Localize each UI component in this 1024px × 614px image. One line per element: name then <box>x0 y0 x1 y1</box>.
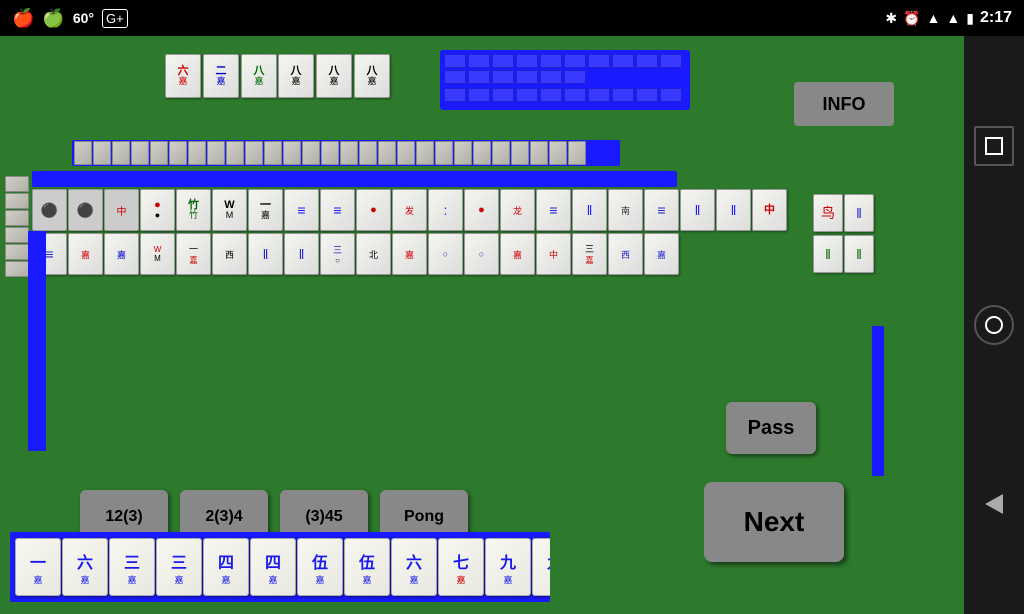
pass-button[interactable]: Pass <box>726 402 816 454</box>
hand-tile-6[interactable]: 四 嘉 <box>250 538 296 596</box>
hand-tile-10[interactable]: 七 嘉 <box>438 538 484 596</box>
hand-tile-3[interactable]: 三 嘉 <box>109 538 155 596</box>
signal-icon: ▲ <box>946 10 960 26</box>
time-display: 2:17 <box>980 9 1012 27</box>
opponent-tiles-top <box>440 50 690 110</box>
wall-top <box>72 140 620 166</box>
top-left-tiles: 六 嘉 二 嘉 八 嘉 <box>165 54 277 98</box>
main-tiles: ⚫ ⚫ 中 ●● 竹竹 WM 一嘉 ≡ ≡ ● 发 : ● 龙 ≡ ‖ 南 ≡ … <box>32 171 787 277</box>
game-area: 六 嘉 二 嘉 八 嘉 八 嘉 八 嘉 八 嘉 <box>0 36 964 614</box>
right-panel <box>964 36 1024 614</box>
hand-tile-1[interactable]: 一 嘉 <box>15 538 61 596</box>
hand-tile-4[interactable]: 三 嘉 <box>156 538 202 596</box>
square-icon <box>985 137 1003 155</box>
player-hand: 一 嘉 六 嘉 三 嘉 三 嘉 四 嘉 四 嘉 伍 嘉 伍 嘉 <box>10 532 550 602</box>
apple-icon-2: 🍏 <box>42 8 64 29</box>
battery-icon: ▮ <box>966 10 974 27</box>
hand-tile-2[interactable]: 六 嘉 <box>62 538 108 596</box>
top-mid-tiles: 八 嘉 八 嘉 八 嘉 <box>278 54 390 98</box>
temperature-label: 60° <box>73 10 94 26</box>
gplus-icon: G+ <box>102 9 128 28</box>
wifi-icon: ▲ <box>927 10 941 26</box>
status-bar: 🍎 🍏 60° G+ ✱ ⏰ ▲ ▲ ▮ 2:17 <box>0 0 1024 36</box>
left-side-wall <box>28 231 46 451</box>
next-button[interactable]: Next <box>704 482 844 562</box>
left-wall-tiles <box>5 176 29 277</box>
circle-icon <box>985 316 1003 334</box>
hand-tile-7[interactable]: 伍 嘉 <box>297 538 343 596</box>
circle-nav-button[interactable] <box>974 305 1014 345</box>
info-button[interactable]: INFO <box>794 82 894 126</box>
apple-icon-1: 🍎 <box>12 8 34 29</box>
hand-tile-11[interactable]: 九 嘉 <box>485 538 531 596</box>
back-nav-button[interactable] <box>974 484 1014 524</box>
hand-tile-12[interactable]: 九 嘉 <box>532 538 550 596</box>
hand-tile-8[interactable]: 伍 嘉 <box>344 538 390 596</box>
alarm-icon: ⏰ <box>903 10 920 27</box>
bluetooth-icon: ✱ <box>885 10 897 27</box>
right-side-tiles: 鸟 ‖ ‖ ‖ <box>813 194 874 273</box>
hand-tile-5[interactable]: 四 嘉 <box>203 538 249 596</box>
right-side-wall <box>872 326 884 476</box>
hand-tile-9[interactable]: 六 嘉 <box>391 538 437 596</box>
triangle-icon <box>985 494 1003 514</box>
square-nav-button[interactable] <box>974 126 1014 166</box>
